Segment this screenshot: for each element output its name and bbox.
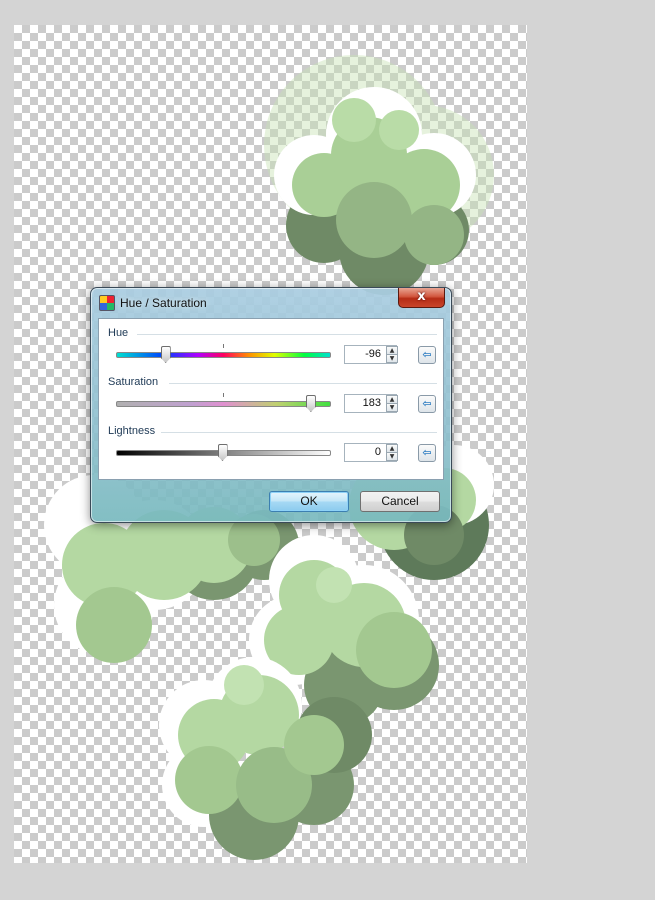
ok-button[interactable]: OK — [269, 491, 349, 512]
lightness-label: Lightness — [108, 425, 156, 437]
saturation-slider-track[interactable] — [116, 401, 331, 407]
lightness-slider-thumb[interactable] — [217, 444, 228, 461]
saturation-reset-button[interactable]: ⇦ — [418, 395, 436, 413]
hue-center-tick — [223, 344, 224, 348]
hue-saturation-icon — [99, 295, 115, 311]
saturation-spin-down-icon[interactable]: ▼ — [386, 403, 398, 412]
hue-reset-button[interactable]: ⇦ — [418, 346, 436, 364]
hue-divider — [137, 334, 437, 335]
dialog-content: Hue -96 ▲ ▼ ⇦ Saturation 183 ▲ ▼ ⇦ Light… — [98, 318, 444, 480]
hue-spin-down-icon[interactable]: ▼ — [386, 354, 398, 363]
saturation-divider — [169, 383, 437, 384]
cancel-button[interactable]: Cancel — [360, 491, 440, 512]
reset-arrow-icon: ⇦ — [422, 397, 432, 410]
hue-saturation-dialog[interactable]: Hue / Saturation x Hue -96 ▲ ▼ ⇦ Saturat… — [90, 287, 452, 523]
hue-slider-track[interactable] — [116, 352, 331, 358]
reset-arrow-icon: ⇦ — [422, 348, 432, 361]
lightness-reset-button[interactable]: ⇦ — [418, 444, 436, 462]
saturation-slider-thumb[interactable] — [305, 395, 316, 412]
lightness-spin-down-icon[interactable]: ▼ — [386, 452, 398, 461]
reset-arrow-icon: ⇦ — [422, 446, 432, 459]
saturation-label: Saturation — [108, 376, 159, 388]
hue-label: Hue — [108, 327, 129, 339]
close-icon: x — [417, 289, 426, 304]
dialog-title: Hue / Saturation — [120, 296, 207, 310]
hue-slider-thumb[interactable] — [160, 346, 171, 363]
lightness-divider — [161, 432, 437, 433]
close-button[interactable]: x — [398, 288, 445, 308]
saturation-center-tick — [223, 393, 224, 397]
title-bar[interactable]: Hue / Saturation x — [91, 288, 451, 316]
